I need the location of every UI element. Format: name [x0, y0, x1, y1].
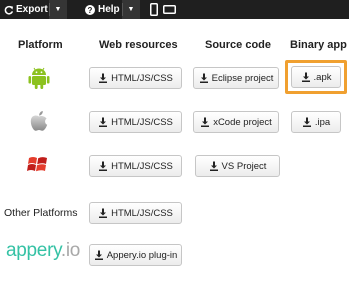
windows-html-button[interactable]: HTML/JS/CSS	[89, 155, 182, 177]
android-logo	[28, 66, 50, 95]
caret-down-icon: ▼	[127, 6, 135, 13]
appery-logo: appery.io	[6, 240, 80, 262]
tablet-view-button[interactable]	[163, 0, 176, 19]
apk-highlight	[285, 60, 347, 94]
column-header-binary-app: Binary app	[290, 39, 347, 51]
ipa-button[interactable]: .ipa	[291, 111, 341, 133]
toolbar: Export ▼ ? Help ▼	[0, 0, 349, 19]
vs-project-button[interactable]: VS Project	[195, 155, 280, 177]
apple-logo	[29, 110, 49, 137]
column-header-platform: Platform	[18, 39, 63, 51]
ios-html-button[interactable]: HTML/JS/CSS	[89, 111, 182, 133]
phone-icon	[150, 3, 158, 16]
download-icon	[302, 117, 311, 127]
button-label: xCode project	[213, 116, 272, 128]
other-html-button[interactable]: HTML/JS/CSS	[89, 202, 182, 224]
apple-icon	[30, 111, 48, 131]
question-icon: ?	[85, 4, 95, 15]
button-label: .ipa	[314, 116, 331, 128]
xcode-project-button[interactable]: xCode project	[193, 111, 279, 133]
export-button[interactable]: Export	[4, 0, 48, 19]
refresh-icon	[4, 5, 14, 15]
android-html-button[interactable]: HTML/JS/CSS	[89, 67, 182, 89]
appery-plugin-button[interactable]: Appery.io plug-in	[89, 244, 182, 266]
download-icon	[209, 161, 218, 171]
appery-brand-suffix: .io	[60, 240, 81, 261]
column-header-source-code: Source code	[205, 39, 272, 51]
windows-logo	[27, 155, 49, 180]
download-icon	[199, 73, 208, 83]
download-icon	[99, 208, 108, 218]
download-icon	[94, 250, 103, 260]
button-label: HTML/JS/CSS	[111, 72, 173, 84]
export-label: Export	[16, 4, 48, 15]
download-icon	[99, 117, 108, 127]
caret-down-icon: ▼	[54, 6, 62, 13]
windows-icon	[27, 157, 47, 172]
phone-view-button[interactable]	[150, 0, 158, 19]
help-button[interactable]: ? Help	[85, 0, 120, 19]
button-label: HTML/JS/CSS	[111, 116, 173, 128]
appery-brand: appery	[6, 240, 61, 261]
tablet-icon	[163, 5, 176, 14]
help-dropdown-button[interactable]: ▼	[122, 0, 140, 19]
column-header-web-resources: Web resources	[99, 39, 178, 51]
button-label: Eclipse project	[211, 72, 274, 84]
download-icon	[99, 73, 108, 83]
eclipse-project-button[interactable]: Eclipse project	[193, 67, 279, 89]
button-label: Appery.io plug-in	[106, 249, 178, 261]
button-label: HTML/JS/CSS	[111, 207, 173, 219]
help-label: Help	[98, 4, 120, 15]
button-label: VS Project	[221, 160, 267, 172]
svg-text:?: ?	[88, 6, 93, 15]
export-dropdown-button[interactable]: ▼	[49, 0, 67, 19]
download-icon	[99, 161, 108, 171]
button-label: HTML/JS/CSS	[111, 160, 173, 172]
download-icon	[201, 117, 210, 127]
android-icon	[28, 67, 50, 89]
other-platforms-label: Other Platforms	[4, 207, 78, 219]
